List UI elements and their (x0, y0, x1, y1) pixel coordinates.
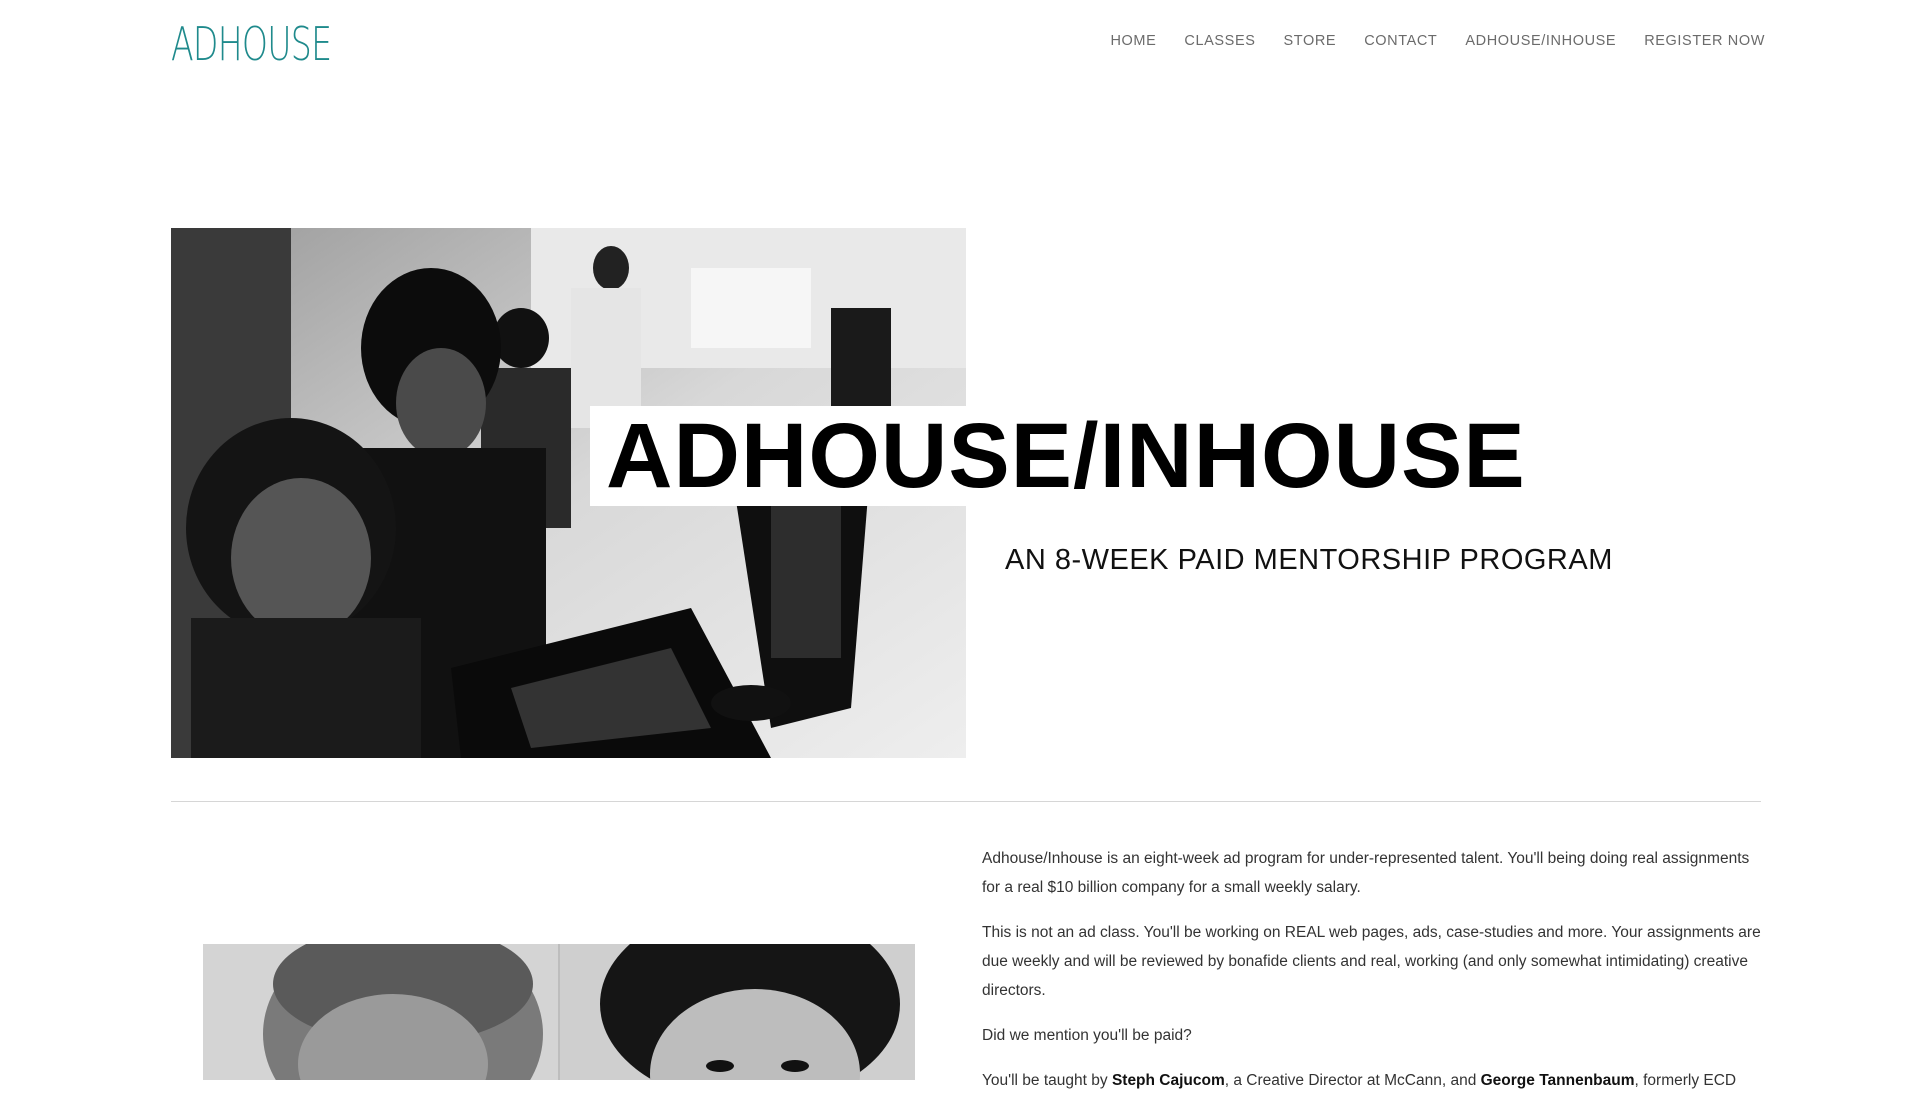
mentors-text-mid: , a Creative Director at McCann, and (1224, 1072, 1481, 1089)
nav-classes[interactable]: CLASSES (1184, 33, 1255, 49)
nav-contact[interactable]: CONTACT (1364, 33, 1437, 49)
mentors-text-post: , formerly ECD (1634, 1072, 1737, 1089)
paragraph-intro: Adhouse/Inhouse is an eight-week ad prog… (982, 850, 1750, 896)
nav-adhouse-inhouse[interactable]: ADHOUSE/INHOUSE (1465, 33, 1616, 49)
page-title: ADHOUSE/INHOUSE (606, 405, 1526, 507)
nav-home[interactable]: HOME (1110, 33, 1156, 49)
mentor-name-george: George Tannenbaum (1480, 1072, 1635, 1089)
logo-text: ADHOUSE (171, 17, 332, 71)
mentors-text-pre: You'll be taught by (982, 1072, 1112, 1089)
hero-subtitle: AN 8-WEEK PAID MENTORSHIP PROGRAM (1005, 544, 1613, 576)
mentor-photo-right (558, 944, 915, 1080)
paragraph-paid: Did we mention you'll be paid? (982, 1027, 1192, 1044)
nav-store[interactable]: STORE (1283, 33, 1336, 49)
section-divider (171, 801, 1761, 802)
adhouse-logo[interactable]: ADHOUSE (171, 18, 332, 70)
paragraph-not-a-class: This is not an ad class. You'll be worki… (982, 924, 1761, 999)
mentor-photo-left (203, 944, 558, 1080)
main-nav: HOME CLASSES STORE CONTACT ADHOUSE/INHOU… (1110, 33, 1765, 49)
hero-title-box: ADHOUSE/INHOUSE (590, 406, 1542, 506)
paragraph-mentors: You'll be taught by Steph Cajucom, a Cre… (982, 1066, 1762, 1095)
program-description: Adhouse/Inhouse is an eight-week ad prog… (982, 844, 1762, 1111)
nav-register-now[interactable]: REGISTER NOW (1644, 33, 1765, 49)
mentor-name-steph: Steph Cajucom (1111, 1072, 1225, 1089)
mentors-photo (203, 944, 915, 1080)
